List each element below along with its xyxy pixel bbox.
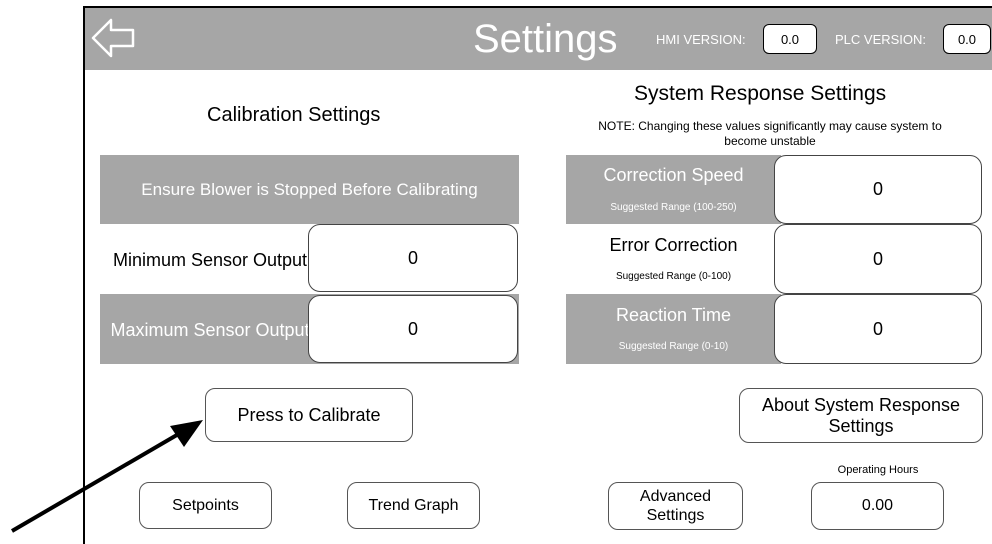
annotation-arrow-icon [10,420,203,533]
